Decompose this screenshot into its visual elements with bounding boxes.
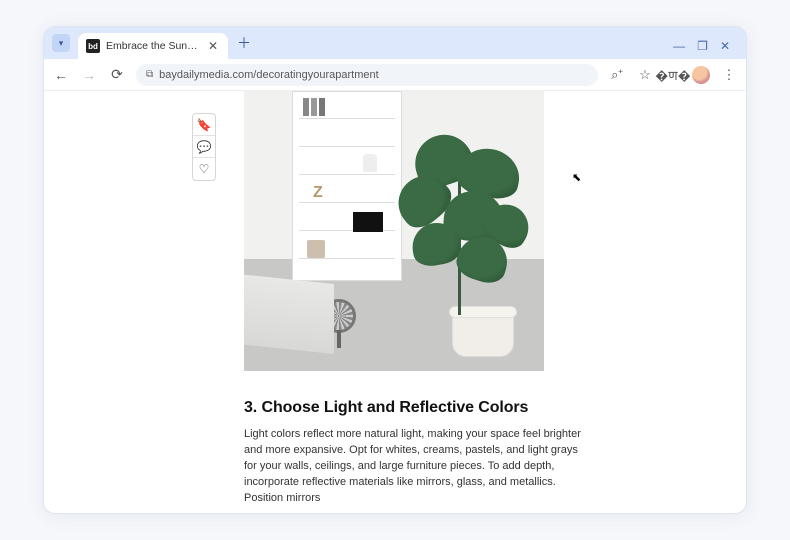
toolbar-right: ⌕⁺ ☆ �ण� ⋮ — [608, 66, 738, 84]
browser-window: ▾ bd Embrace the Sunshine: Dec… ✕ ＋ — ❐ … — [43, 26, 747, 514]
tab-title: Embrace the Sunshine: Dec… — [106, 40, 200, 52]
page-viewport: 🔖 💬 ♡ Z — [44, 91, 746, 513]
extensions-button[interactable]: �ण� — [664, 66, 682, 84]
mouse-cursor-icon: ⬉ — [572, 171, 581, 184]
window-controls: — ❐ ✕ — [673, 39, 740, 59]
close-tab-button[interactable]: ✕ — [206, 39, 220, 53]
bookmark-icon: 🔖 — [197, 118, 212, 132]
new-tab-button[interactable]: ＋ — [234, 33, 254, 53]
toolbar: ← → ⟳ ⧉ baydailymedia.com/decoratingyour… — [44, 59, 746, 91]
article-column: Z 3. Choose Light and Reflective Colors … — [244, 91, 604, 513]
address-bar[interactable]: ⧉ baydailymedia.com/decoratingyourapartm… — [136, 64, 598, 86]
minimize-button[interactable]: — — [673, 39, 685, 53]
profile-avatar[interactable] — [692, 66, 710, 84]
tab-search-button[interactable]: ▾ — [52, 34, 70, 52]
tab-favicon: bd — [86, 39, 100, 53]
chrome-menu-button[interactable]: ⋮ — [720, 66, 738, 84]
site-settings-icon[interactable]: ⧉ — [146, 69, 153, 80]
url-text: baydailymedia.com/decoratingyourapartmen… — [159, 69, 379, 81]
active-tab[interactable]: bd Embrace the Sunshine: Dec… ✕ — [78, 33, 228, 59]
section-heading: 3. Choose Light and Reflective Colors — [244, 399, 604, 417]
heart-icon: ♡ — [199, 162, 210, 176]
forward-button[interactable]: → — [80, 66, 98, 84]
like-button[interactable]: ♡ — [193, 158, 215, 180]
back-button[interactable]: ← — [52, 66, 70, 84]
maximize-button[interactable]: ❐ — [697, 39, 708, 53]
comment-button[interactable]: 💬 — [193, 136, 215, 158]
tab-strip: ▾ bd Embrace the Sunshine: Dec… ✕ ＋ — ❐ … — [44, 27, 746, 59]
reload-button[interactable]: ⟳ — [108, 66, 126, 84]
bookmark-star-button[interactable]: ☆ — [636, 66, 654, 84]
chevron-down-icon: ▾ — [59, 38, 64, 49]
comment-icon: 💬 — [197, 140, 212, 154]
section-body-text: Light colors reflect more natural light,… — [244, 427, 584, 507]
close-window-button[interactable]: ✕ — [720, 39, 730, 53]
article-action-rail: 🔖 💬 ♡ — [192, 113, 216, 181]
article-hero-image: Z — [244, 91, 544, 371]
lens-button[interactable]: ⌕⁺ — [608, 66, 626, 84]
save-article-button[interactable]: 🔖 — [193, 114, 215, 136]
